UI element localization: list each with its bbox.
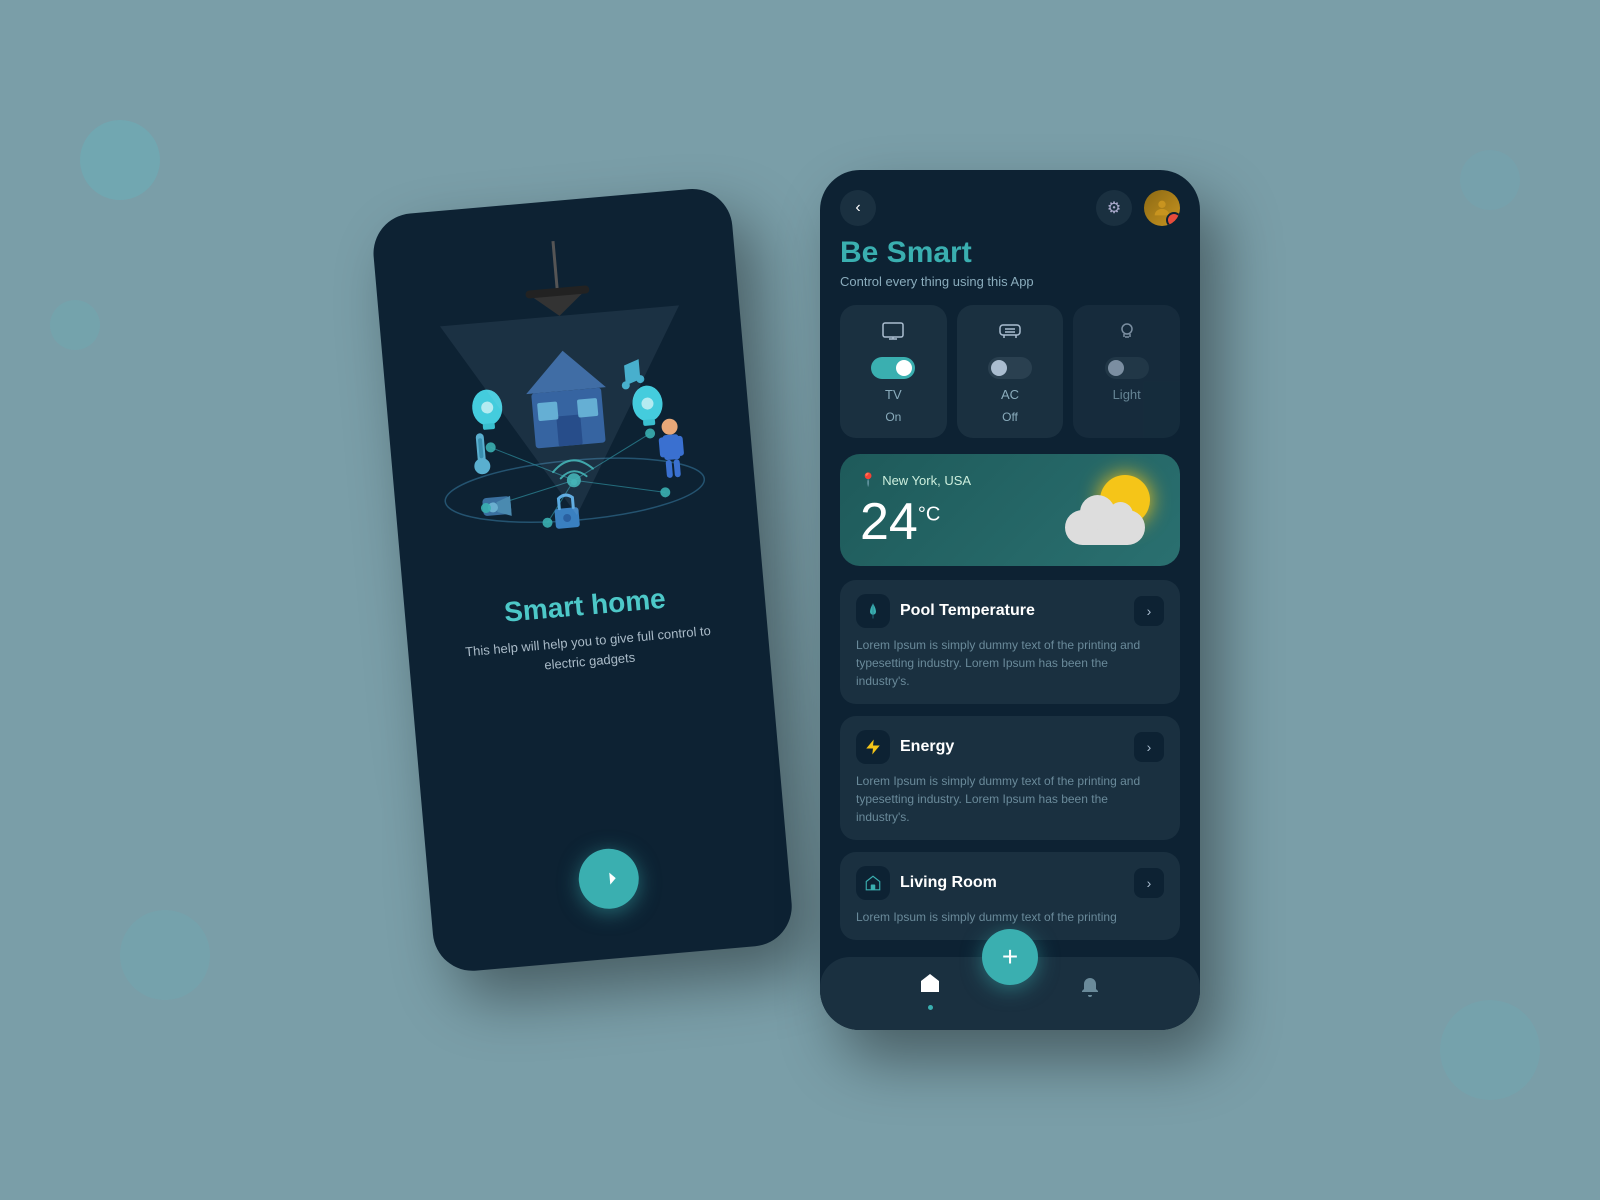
weather-temperature: 24°C <box>860 496 971 548</box>
living-room-header: Living Room › <box>856 866 1164 900</box>
pool-title: Pool Temperature <box>900 602 1035 620</box>
living-room-description: Lorem Ipsum is simply dummy text of the … <box>856 908 1164 926</box>
left-phone-subtitle: This help will help you to give full con… <box>428 618 750 685</box>
ac-label: AC <box>1001 387 1019 402</box>
ac-icon <box>998 319 1022 349</box>
pool-temperature-card[interactable]: Pool Temperature › Lorem Ipsum is simply… <box>840 580 1180 704</box>
living-room-title-area: Living Room <box>856 866 997 900</box>
device-controls: TV On AC <box>840 305 1180 438</box>
bell-nav-icon <box>1078 976 1102 1006</box>
pool-card-header: Pool Temperature › <box>856 594 1164 628</box>
right-phone-header: ‹ ⚙ <box>820 170 1200 236</box>
nav-notifications[interactable] <box>1078 976 1102 1006</box>
pool-chevron[interactable]: › <box>1134 596 1164 626</box>
energy-description: Lorem Ipsum is simply dummy text of the … <box>856 772 1164 826</box>
be-smart-title: Be Smart <box>840 236 1180 270</box>
light-label: Light <box>1113 387 1141 402</box>
left-phone-title: Smart home <box>503 583 667 629</box>
weather-icon <box>1060 470 1160 550</box>
location-pin-icon: 📍 <box>860 472 876 488</box>
energy-title-area: Energy <box>856 730 954 764</box>
phone-left: Smart home This help will help you to gi… <box>370 186 795 974</box>
energy-title: Energy <box>900 738 954 756</box>
home-nav-icon <box>918 971 942 1001</box>
weather-info: 📍 New York, USA 24°C <box>860 472 971 548</box>
light-beam <box>440 305 697 525</box>
light-toggle[interactable] <box>1105 357 1149 379</box>
pool-title-area: Pool Temperature <box>856 594 1035 628</box>
be-smart-subtitle: Control every thing using this App <box>840 274 1180 289</box>
device-card-light[interactable]: Light <box>1073 305 1180 438</box>
device-card-tv[interactable]: TV On <box>840 305 947 438</box>
phones-container: Smart home This help will help you to gi… <box>400 170 1200 1030</box>
living-room-icon-box <box>856 866 890 900</box>
living-room-title: Living Room <box>900 874 997 892</box>
pool-description: Lorem Ipsum is simply dummy text of the … <box>856 636 1164 690</box>
living-room-card[interactable]: Living Room › Lorem Ipsum is simply dumm… <box>840 852 1180 940</box>
tv-toggle[interactable] <box>871 357 915 379</box>
tv-status: On <box>885 410 901 424</box>
ac-toggle[interactable] <box>988 357 1032 379</box>
phone-right: ‹ ⚙ Be Smart Control every thing using t… <box>820 170 1200 1030</box>
bottom-navigation: + <box>820 957 1200 1030</box>
lamp-area <box>394 227 742 594</box>
weather-card: 📍 New York, USA 24°C <box>840 454 1180 566</box>
cloud-icon <box>1065 510 1145 545</box>
back-button[interactable]: ‹ <box>840 190 876 226</box>
active-nav-dot <box>928 1005 933 1010</box>
header-icons: ⚙ <box>1096 190 1180 226</box>
right-phone-content: Be Smart Control every thing using this … <box>820 236 1200 957</box>
energy-chevron[interactable]: › <box>1134 732 1164 762</box>
light-icon <box>1115 319 1139 349</box>
settings-button[interactable]: ⚙ <box>1096 190 1132 226</box>
energy-icon-box <box>856 730 890 764</box>
living-room-chevron[interactable]: › <box>1134 868 1164 898</box>
nav-home[interactable] <box>918 971 942 1010</box>
energy-card[interactable]: Energy › Lorem Ipsum is simply dummy tex… <box>840 716 1180 840</box>
energy-card-header: Energy › <box>856 730 1164 764</box>
add-button[interactable]: + <box>982 929 1038 985</box>
tv-icon <box>881 319 905 349</box>
pool-icon-box <box>856 594 890 628</box>
next-button[interactable] <box>576 846 641 911</box>
weather-location: 📍 New York, USA <box>860 472 971 488</box>
ac-status: Off <box>1002 410 1018 424</box>
avatar[interactable] <box>1144 190 1180 226</box>
tv-label: TV <box>885 387 902 402</box>
device-card-ac[interactable]: AC Off <box>957 305 1064 438</box>
